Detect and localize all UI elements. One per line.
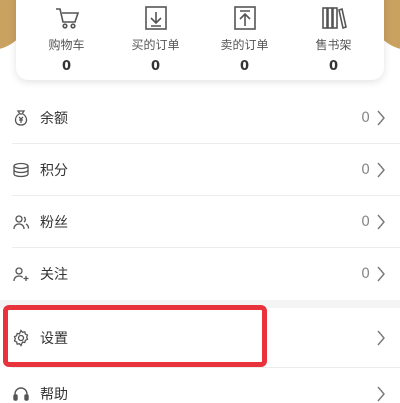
money-bag-icon [12, 109, 30, 127]
section-divider [0, 300, 400, 308]
stat-value: 0 [61, 59, 72, 74]
stat-label: 卖的订单 [220, 38, 269, 52]
upload-order-icon [233, 6, 256, 30]
chevron-right-icon [377, 162, 385, 178]
stats-card: 购物车 0 买的订单 0 卖的订单 0 售书架 0 [16, 0, 384, 80]
menu-value: 0 [361, 110, 370, 126]
menu-label: 余额 [40, 111, 68, 127]
stat-value: 0 [239, 59, 250, 74]
chevron-right-icon [377, 330, 385, 346]
gear-icon [12, 329, 30, 347]
menu-item-points[interactable]: 积分 0 [0, 144, 400, 196]
stat-shopping-cart[interactable]: 购物车 0 [22, 0, 111, 80]
menu-label: 设置 [40, 331, 68, 347]
menu-list: 余额 0 积分 0 粉丝 0 关注 0 设置 帮助 [0, 92, 400, 403]
stat-label: 买的订单 [131, 38, 180, 52]
menu-label: 帮助 [40, 387, 68, 403]
fans-icon [12, 213, 30, 231]
menu-item-help[interactable]: 帮助 [0, 368, 400, 403]
menu-item-follow[interactable]: 关注 0 [0, 248, 400, 300]
stat-label: 售书架 [315, 38, 352, 52]
chevron-right-icon [377, 110, 385, 126]
stat-bookshelf[interactable]: 售书架 0 [289, 0, 378, 80]
stat-label: 购物车 [48, 38, 85, 52]
follow-user-icon [12, 265, 30, 283]
help-headset-icon [12, 385, 30, 403]
bookshelf-icon [321, 7, 347, 30]
chevron-right-icon [377, 386, 385, 402]
stat-value: 0 [328, 59, 339, 74]
stat-sold-orders[interactable]: 卖的订单 0 [200, 0, 289, 80]
shopping-cart-icon [55, 8, 79, 29]
menu-label: 关注 [40, 267, 68, 283]
chevron-right-icon [377, 266, 385, 282]
coins-icon [12, 161, 30, 179]
stat-value: 0 [150, 59, 161, 74]
stat-bought-orders[interactable]: 买的订单 0 [111, 0, 200, 80]
menu-label: 积分 [40, 163, 68, 179]
menu-value: 0 [361, 214, 370, 230]
chevron-right-icon [377, 214, 385, 230]
download-order-icon [144, 6, 167, 30]
menu-item-settings[interactable]: 设置 [0, 308, 400, 368]
menu-value: 0 [361, 162, 370, 178]
menu-item-fans[interactable]: 粉丝 0 [0, 196, 400, 248]
menu-label: 粉丝 [40, 215, 68, 231]
menu-item-balance[interactable]: 余额 0 [0, 92, 400, 144]
menu-value: 0 [361, 266, 370, 282]
